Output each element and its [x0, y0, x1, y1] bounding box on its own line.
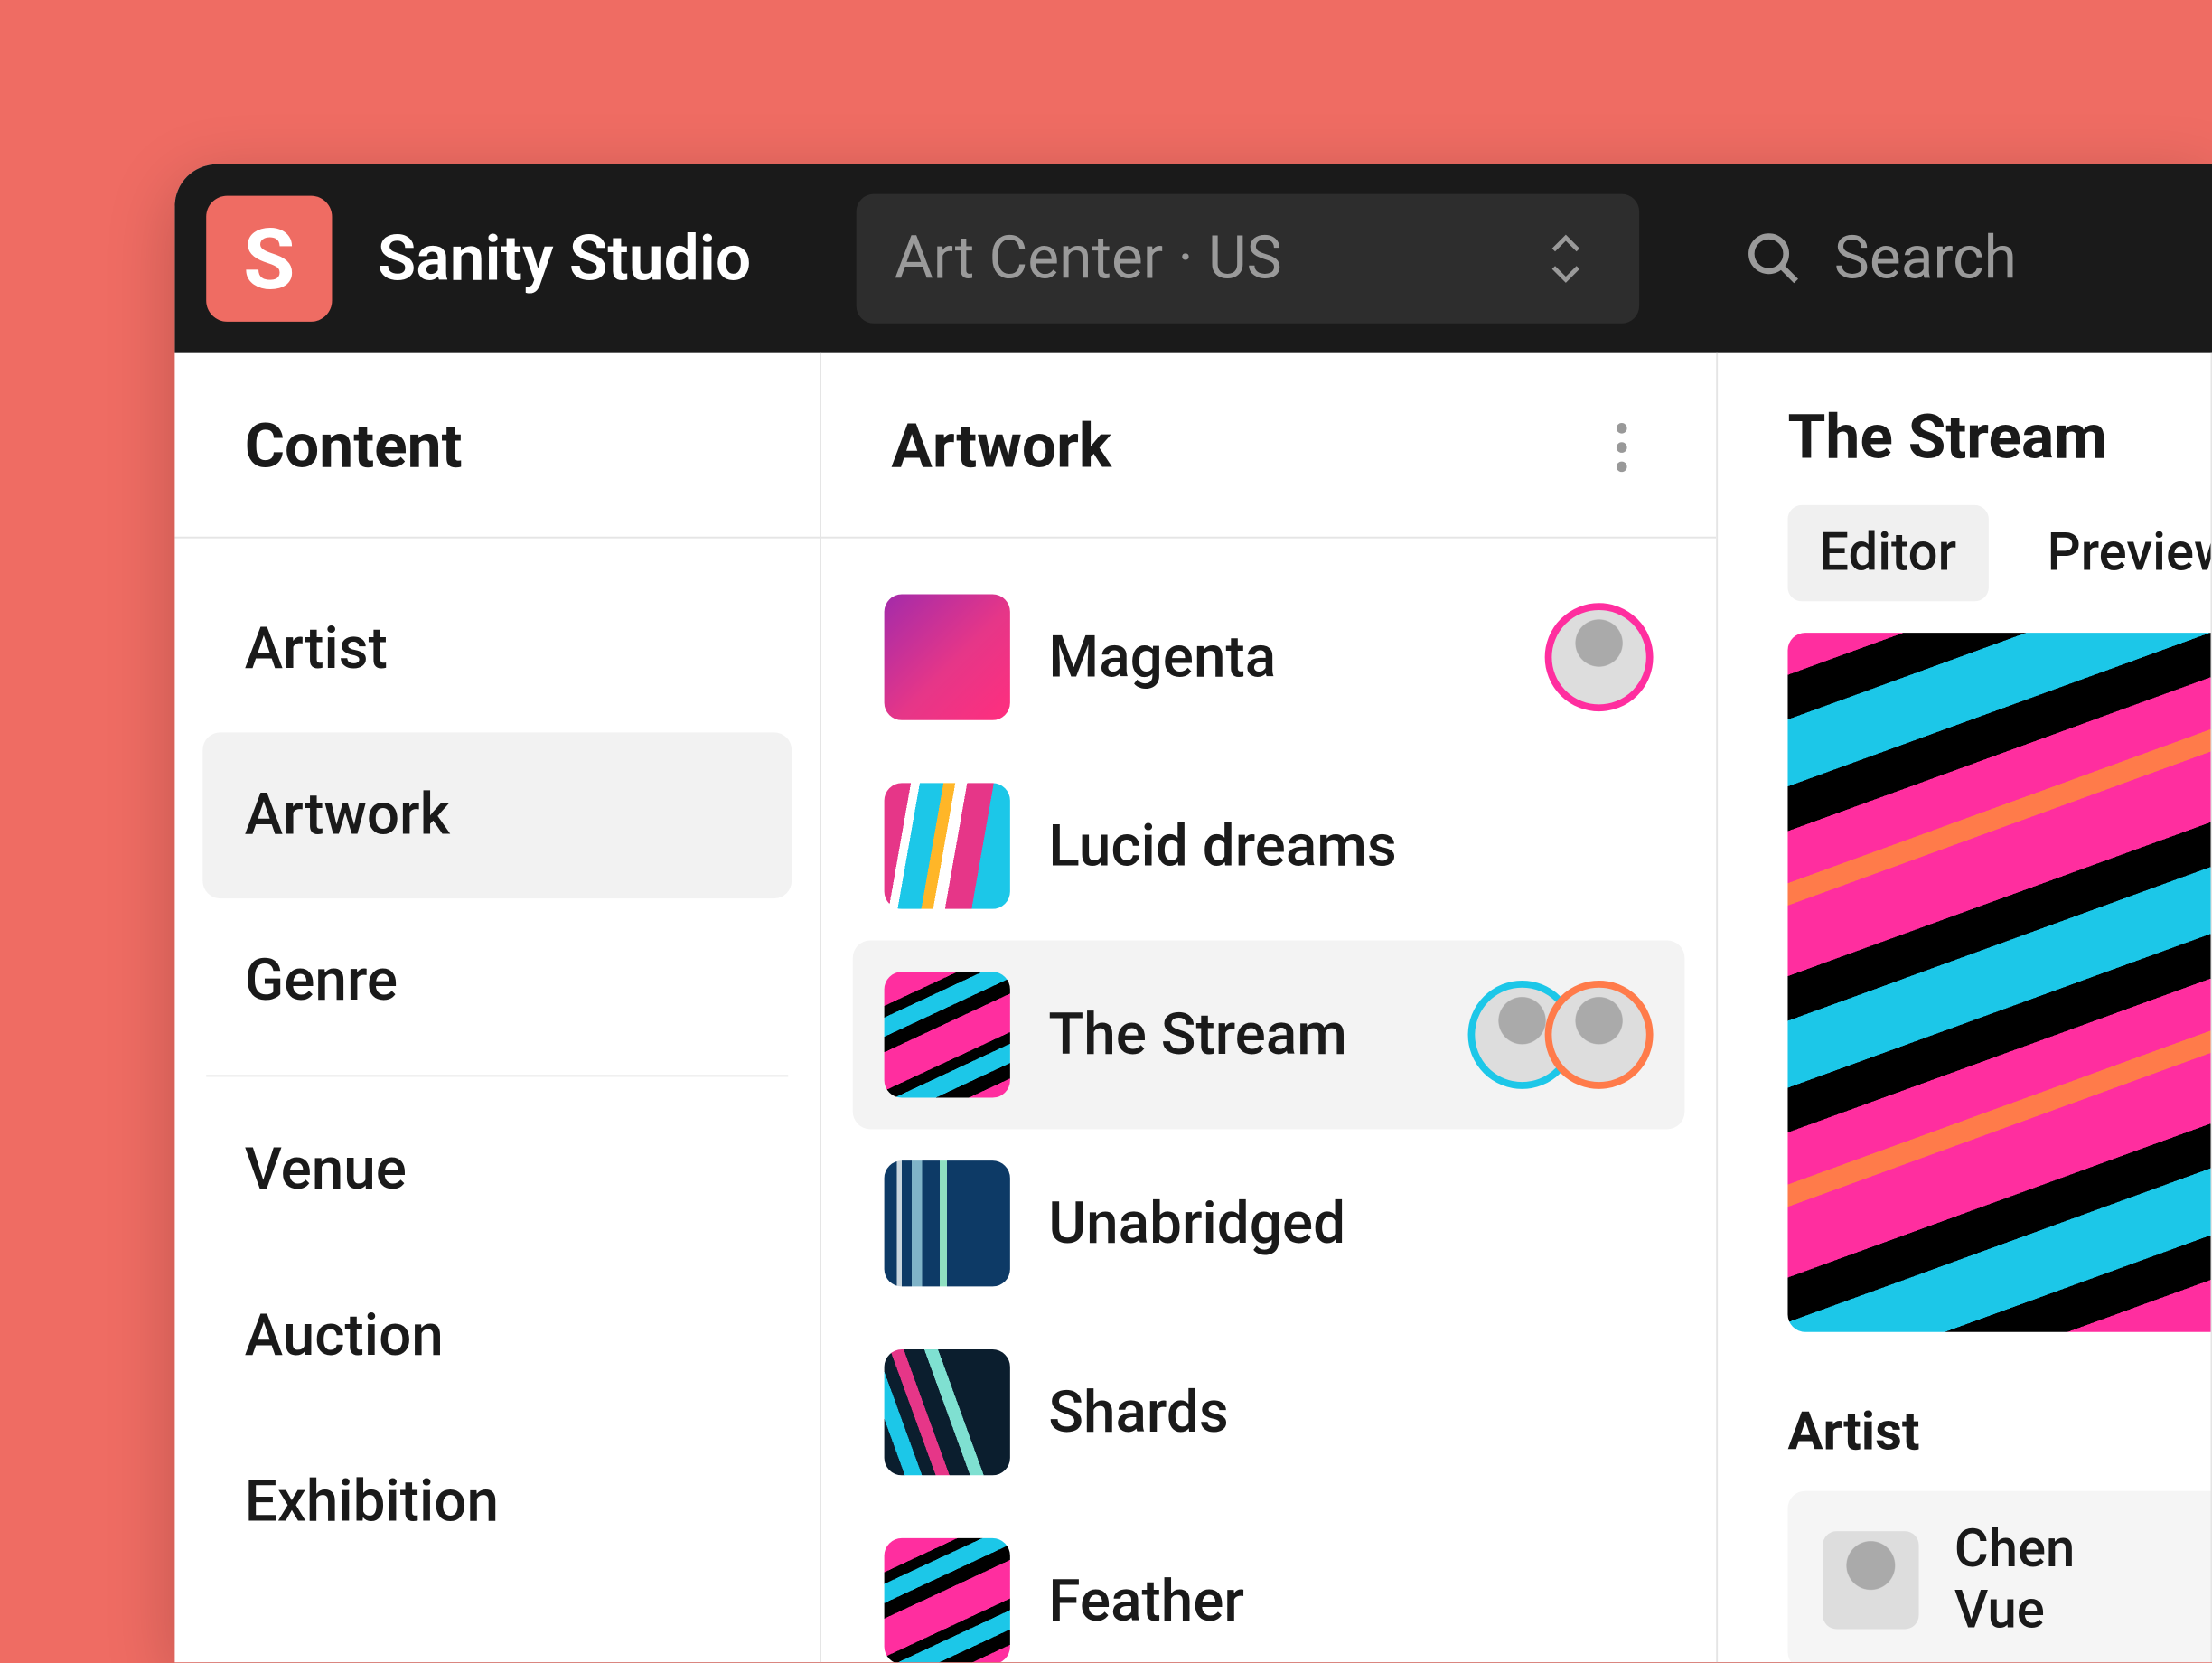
- app-title: Sanity Studio: [378, 222, 752, 296]
- artist-name: Chen Vue: [1954, 1519, 2176, 1641]
- more-icon[interactable]: [1598, 422, 1646, 471]
- content-item-exhibition[interactable]: Exhibition: [202, 1419, 792, 1585]
- content-title: Content: [245, 410, 463, 482]
- artwork-thumb: [885, 595, 1010, 720]
- studio-window: S Sanity Studio Art Center · US Search: [174, 164, 2212, 1662]
- search-icon: [1743, 229, 1803, 288]
- content-item-artist[interactable]: Artist: [202, 567, 792, 733]
- tab-editor[interactable]: Editor: [1787, 505, 1987, 601]
- artwork-label: Unabridged: [1048, 1189, 1653, 1257]
- artwork-item-unabridged[interactable]: Unabridged: [853, 1129, 1685, 1318]
- artwork-item-feather[interactable]: Feather: [853, 1507, 1685, 1662]
- sanity-logo: S: [206, 196, 332, 322]
- detail-panel: The Stream Editor Preview Artist Chen Vu…: [1718, 353, 2212, 1663]
- artwork-list-panel: Artwork Magenta Lucid dreams: [821, 353, 1718, 1663]
- content-panel: Content Artist Artwork Genre Venue Aucti…: [174, 353, 821, 1663]
- artwork-item-lucid-dreams[interactable]: Lucid dreams: [853, 752, 1685, 941]
- artwork-label: Lucid dreams: [1048, 812, 1653, 879]
- artwork-label: The Stream: [1048, 1001, 1429, 1068]
- divider: [206, 1075, 788, 1076]
- field-label-artist: Artist: [1787, 1402, 2210, 1463]
- artwork-list-header: Artwork: [821, 353, 1716, 539]
- presence-avatars: [1468, 981, 1654, 1089]
- titlebar: S Sanity Studio Art Center · US Search: [174, 164, 2212, 353]
- artist-thumb: [1823, 1531, 1919, 1629]
- artwork-thumb: [885, 1538, 1010, 1662]
- presence-avatars: [1545, 603, 1654, 711]
- artwork-label: Magenta: [1048, 623, 1506, 691]
- chevron-up-down-icon: [1544, 230, 1586, 287]
- artwork-item-shards[interactable]: Shards: [853, 1318, 1685, 1507]
- content-list: Artist Artwork Genre Venue Auction Exhib…: [174, 539, 820, 1613]
- content-item-genre[interactable]: Genre: [202, 898, 792, 1065]
- content-item-auction[interactable]: Auction: [202, 1254, 792, 1420]
- search-placeholder: Search: [1834, 224, 2017, 294]
- artist-reference[interactable]: Chen Vue: [1787, 1491, 2210, 1663]
- artwork-hero-image[interactable]: [1787, 633, 2210, 1332]
- artwork-list-title: Artwork: [891, 410, 1111, 482]
- artwork-thumb: [885, 1160, 1010, 1286]
- tab-preview[interactable]: Preview: [2016, 505, 2212, 601]
- search[interactable]: Search: [1743, 224, 2017, 294]
- artwork-list: Magenta Lucid dreams The Stream: [821, 539, 1716, 1663]
- workspace-label: Art Center · US: [895, 224, 1282, 294]
- artwork-label: Feather: [1048, 1567, 1653, 1635]
- content-item-venue[interactable]: Venue: [202, 1087, 792, 1254]
- workspace-selector[interactable]: Art Center · US: [856, 194, 1638, 324]
- detail-tabs: Editor Preview: [1787, 505, 2141, 601]
- panels: Content Artist Artwork Genre Venue Aucti…: [174, 353, 2212, 1663]
- detail-title: The Stream: [1787, 402, 2141, 474]
- artwork-thumb: [885, 783, 1010, 908]
- avatar[interactable]: [1545, 603, 1654, 711]
- detail-header: The Stream Editor Preview: [1718, 353, 2210, 602]
- artwork-item-the-stream[interactable]: The Stream: [853, 940, 1685, 1129]
- content-item-artwork[interactable]: Artwork: [202, 732, 792, 898]
- artwork-thumb: [885, 1349, 1010, 1475]
- content-header: Content: [174, 353, 820, 539]
- artwork-item-magenta[interactable]: Magenta: [853, 563, 1685, 752]
- avatar[interactable]: [1545, 981, 1654, 1089]
- artwork-thumb: [885, 972, 1010, 1097]
- artwork-label: Shards: [1048, 1378, 1653, 1446]
